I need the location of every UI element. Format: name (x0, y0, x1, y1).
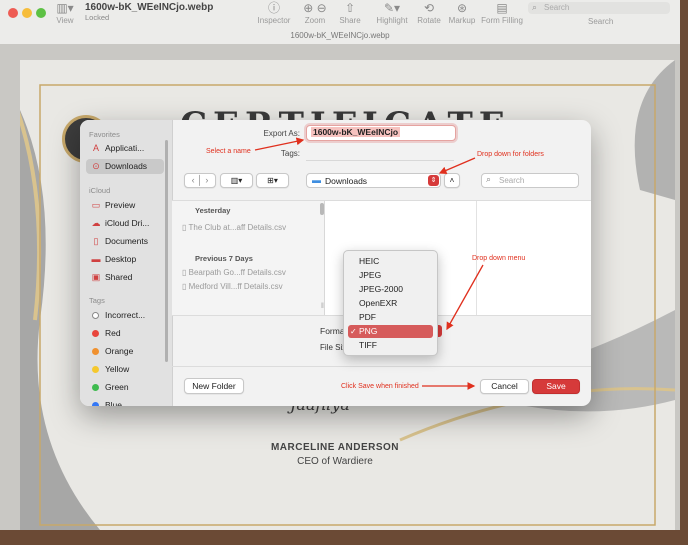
annotation-click-save: Click Save when finished (341, 383, 419, 390)
arrow-to-export-as (254, 137, 305, 151)
annotation-drop-down-menu: Drop down menu (472, 255, 526, 262)
annotation-drop-down-folders: Drop down for folders (477, 151, 544, 158)
arrow-to-location-popup (438, 157, 476, 175)
annotation-select-name: Select a name (206, 148, 251, 155)
annotation-arrows (254, 137, 484, 390)
arrow-to-format-menu (446, 264, 484, 331)
